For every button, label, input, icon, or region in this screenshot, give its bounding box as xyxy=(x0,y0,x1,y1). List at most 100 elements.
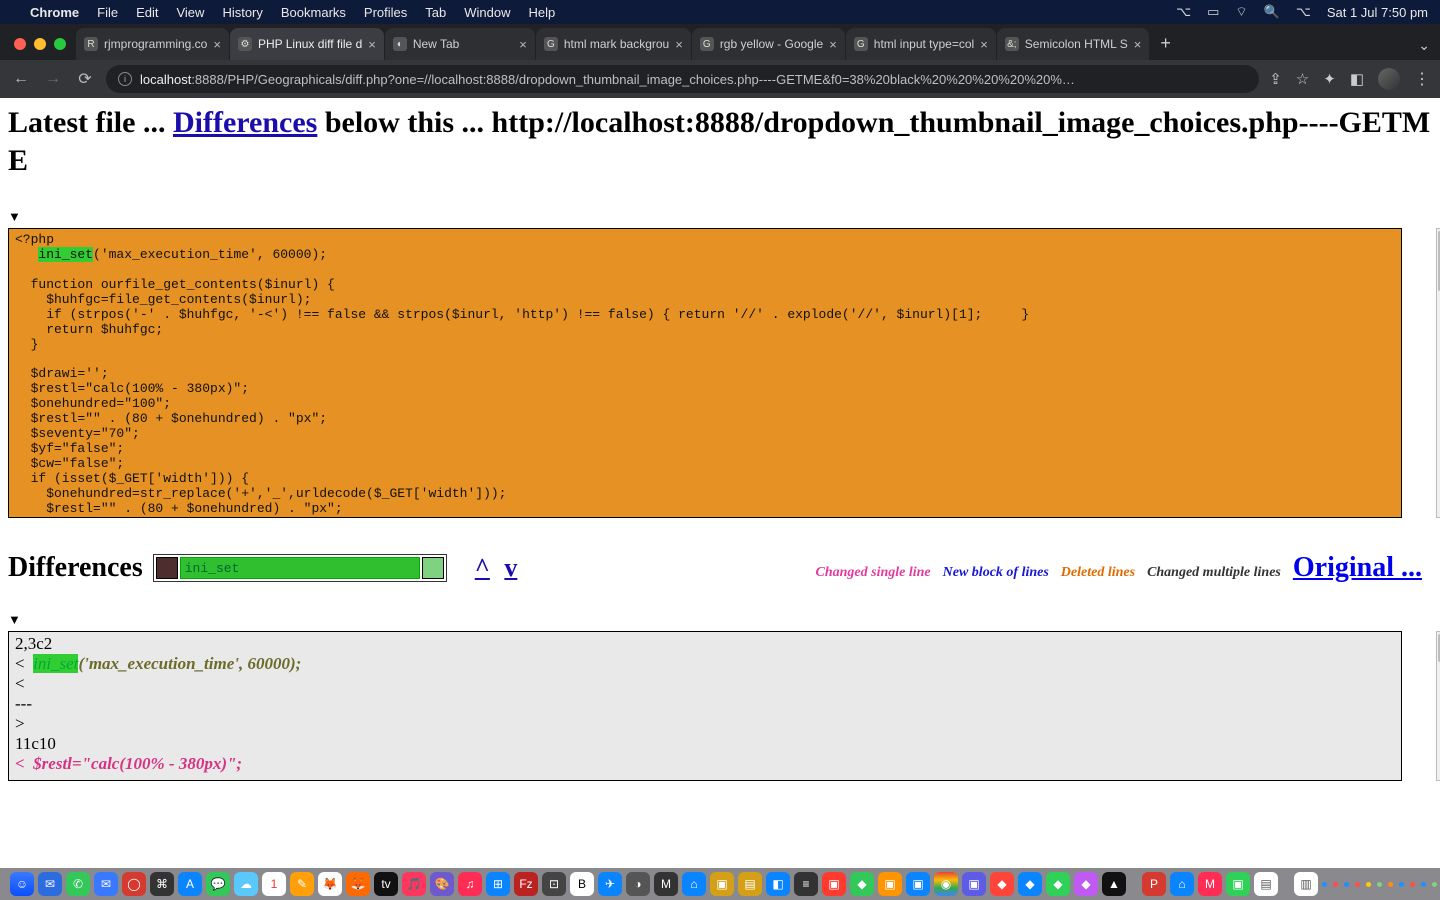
tab-2-active[interactable]: ⚙ PHP Linux diff file d × xyxy=(230,28,384,60)
dock-app[interactable]: ≡ xyxy=(794,872,818,896)
menubar-clock[interactable]: Sat 1 Jul 7:50 pm xyxy=(1327,5,1428,20)
nav-down-link[interactable]: v xyxy=(500,553,521,582)
details-toggle-1[interactable]: ▼ xyxy=(8,209,1432,224)
address-bar[interactable]: i localhost:8888/PHP/Geographicals/diff.… xyxy=(106,65,1259,93)
dock-app[interactable]: ▤ xyxy=(738,872,762,896)
tab-4[interactable]: G html mark backgrou × xyxy=(536,28,691,60)
dock-app[interactable]: ▣ xyxy=(710,872,734,896)
dock-app[interactable]: ◆ xyxy=(1074,872,1098,896)
tab-overflow-icon[interactable]: ⌄ xyxy=(1408,31,1440,60)
dock-app[interactable]: M xyxy=(654,872,678,896)
tab-close-icon[interactable]: × xyxy=(519,37,527,52)
forward-button[interactable]: → xyxy=(42,70,64,88)
dock-app[interactable]: ◆ xyxy=(850,872,874,896)
diffbox-scrollbar[interactable] xyxy=(1436,631,1440,781)
tab-close-icon[interactable]: × xyxy=(675,37,683,52)
menu-view[interactable]: View xyxy=(176,5,204,20)
dock-app[interactable]: ▣ xyxy=(1226,872,1250,896)
menu-profiles[interactable]: Profiles xyxy=(364,5,407,20)
side-panel-icon[interactable]: ◧ xyxy=(1350,70,1364,88)
original-link[interactable]: Original ... xyxy=(1293,552,1422,584)
dock-app[interactable]: ☁ xyxy=(234,872,258,896)
dock-app[interactable]: tv xyxy=(374,872,398,896)
profile-avatar[interactable] xyxy=(1378,68,1400,90)
dock-app[interactable]: ◯ xyxy=(122,872,146,896)
window-zoom-icon[interactable] xyxy=(54,38,66,50)
back-button[interactable]: ← xyxy=(10,70,32,88)
highlight-input[interactable] xyxy=(180,557,420,579)
window-close-icon[interactable] xyxy=(14,38,26,50)
menu-bookmarks[interactable]: Bookmarks xyxy=(281,5,346,20)
new-tab-button[interactable]: + xyxy=(1150,27,1181,60)
dock-app[interactable]: ▲ xyxy=(1102,872,1126,896)
dock-app[interactable]: 🎨 xyxy=(430,872,454,896)
dock-app[interactable]: B xyxy=(570,872,594,896)
dock-app[interactable]: P xyxy=(1142,872,1166,896)
share-icon[interactable]: ⇪ xyxy=(1269,70,1282,88)
menu-edit[interactable]: Edit xyxy=(136,5,158,20)
dock-app[interactable]: ▣ xyxy=(822,872,846,896)
dock-app[interactable]: 💬 xyxy=(206,872,230,896)
dock-app[interactable]: ⊡ xyxy=(542,872,566,896)
details-toggle-2[interactable]: ▼ xyxy=(8,612,1432,627)
chrome-menu-icon[interactable]: ⋮ xyxy=(1414,69,1430,89)
color-swatch-1[interactable] xyxy=(156,557,178,579)
dock-app-finder[interactable]: ☺ xyxy=(10,872,34,896)
control-center-icon[interactable]: ⌥ xyxy=(1296,4,1311,20)
codebox-scrollbar[interactable] xyxy=(1436,228,1440,518)
dock-app[interactable]: ⊞ xyxy=(486,872,510,896)
bluetooth-icon[interactable]: ⌥ xyxy=(1176,4,1191,20)
dock-app[interactable]: ◆ xyxy=(990,872,1014,896)
color-swatch-2[interactable] xyxy=(422,557,444,579)
tab-close-icon[interactable]: × xyxy=(980,37,988,52)
source-code-box[interactable]: <?php ini_set('max_execution_time', 6000… xyxy=(8,228,1402,518)
dock-app[interactable]: ✆ xyxy=(66,872,90,896)
menu-file[interactable]: File xyxy=(97,5,118,20)
dock-app[interactable]: ✎ xyxy=(290,872,314,896)
dock-app[interactable]: ⌘ xyxy=(150,872,174,896)
dock-app[interactable]: Fz xyxy=(514,872,538,896)
reload-button[interactable]: ⟳ xyxy=(74,69,96,89)
nav-up-link[interactable]: ^ xyxy=(471,553,494,582)
tab-close-icon[interactable]: × xyxy=(213,37,221,52)
dock-app[interactable]: ✉ xyxy=(94,872,118,896)
dock-app[interactable]: ⌂ xyxy=(682,872,706,896)
extensions-icon[interactable]: ✦ xyxy=(1323,70,1336,88)
dock-app[interactable]: ◑ xyxy=(626,872,650,896)
dock-app[interactable]: A xyxy=(178,872,202,896)
tab-close-icon[interactable]: × xyxy=(368,37,376,52)
dock-app[interactable]: ▤ xyxy=(1254,872,1278,896)
tab-close-icon[interactable]: × xyxy=(1134,37,1142,52)
dock-app[interactable]: 🎵 xyxy=(402,872,426,896)
dock-app[interactable]: ♫ xyxy=(458,872,482,896)
dock-app[interactable]: ▣ xyxy=(906,872,930,896)
menu-history[interactable]: History xyxy=(222,5,262,20)
tab-3[interactable]: ◐ New Tab × xyxy=(385,28,535,60)
battery-icon[interactable]: ▭ xyxy=(1207,4,1219,20)
menu-tab[interactable]: Tab xyxy=(425,5,446,20)
menu-window[interactable]: Window xyxy=(464,5,510,20)
site-info-icon[interactable]: i xyxy=(118,72,132,86)
wifi-icon[interactable]: ⌔ xyxy=(1235,4,1247,20)
tab-7[interactable]: &; Semicolon HTML S × xyxy=(997,28,1150,60)
dock-app[interactable]: ▣ xyxy=(878,872,902,896)
tab-1[interactable]: R rjmprogramming.co × xyxy=(76,28,229,60)
tab-6[interactable]: G html input type=col × xyxy=(846,28,996,60)
dock-app[interactable]: ✈ xyxy=(598,872,622,896)
dock-app[interactable]: 1 xyxy=(262,872,286,896)
dock-app[interactable]: ◆ xyxy=(1018,872,1042,896)
dock-app[interactable]: M xyxy=(1198,872,1222,896)
menu-help[interactable]: Help xyxy=(529,5,556,20)
tab-close-icon[interactable]: × xyxy=(829,37,837,52)
dock-app[interactable]: ▣ xyxy=(962,872,986,896)
menu-app[interactable]: Chrome xyxy=(30,5,79,20)
dock-app[interactable]: ⌂ xyxy=(1170,872,1194,896)
window-minimize-icon[interactable] xyxy=(34,38,46,50)
dock-app[interactable]: ◧ xyxy=(766,872,790,896)
dock-app[interactable]: ✉ xyxy=(38,872,62,896)
diff-output-box[interactable]: 2,3c2 < ini_set('max_execution_time', 60… xyxy=(8,631,1402,781)
dock-app[interactable]: 🦊 xyxy=(318,872,342,896)
bookmark-icon[interactable]: ☆ xyxy=(1296,70,1309,88)
dock-app[interactable]: ◆ xyxy=(1046,872,1070,896)
tab-5[interactable]: G rgb yellow - Google × xyxy=(692,28,845,60)
